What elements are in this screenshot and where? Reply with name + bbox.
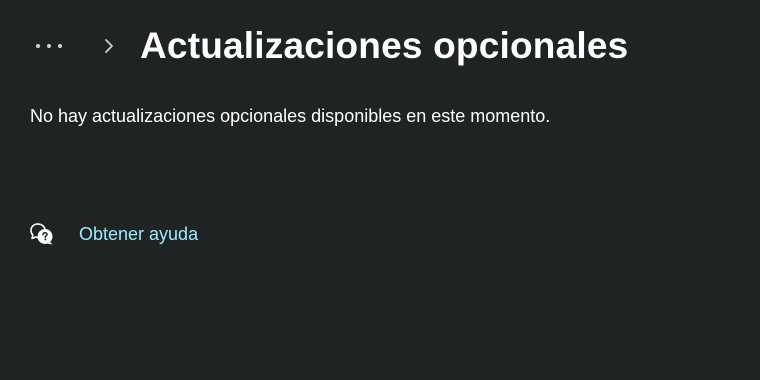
more-options-button[interactable] xyxy=(30,26,76,66)
get-help-link-row[interactable]: Obtener ayuda xyxy=(28,220,198,248)
more-horizontal-icon-dot xyxy=(47,44,51,48)
help-chat-icon xyxy=(28,220,56,248)
page-title: Actualizaciones opcionales xyxy=(140,25,629,66)
chevron-right-icon xyxy=(102,36,116,56)
more-horizontal-icon-dot xyxy=(58,44,62,48)
no-updates-message: No hay actualizaciones opcionales dispon… xyxy=(30,106,551,126)
breadcrumb: Actualizaciones opcionales xyxy=(30,20,628,72)
get-help-link[interactable]: Obtener ayuda xyxy=(79,224,198,245)
more-horizontal-icon-dot xyxy=(36,44,40,48)
